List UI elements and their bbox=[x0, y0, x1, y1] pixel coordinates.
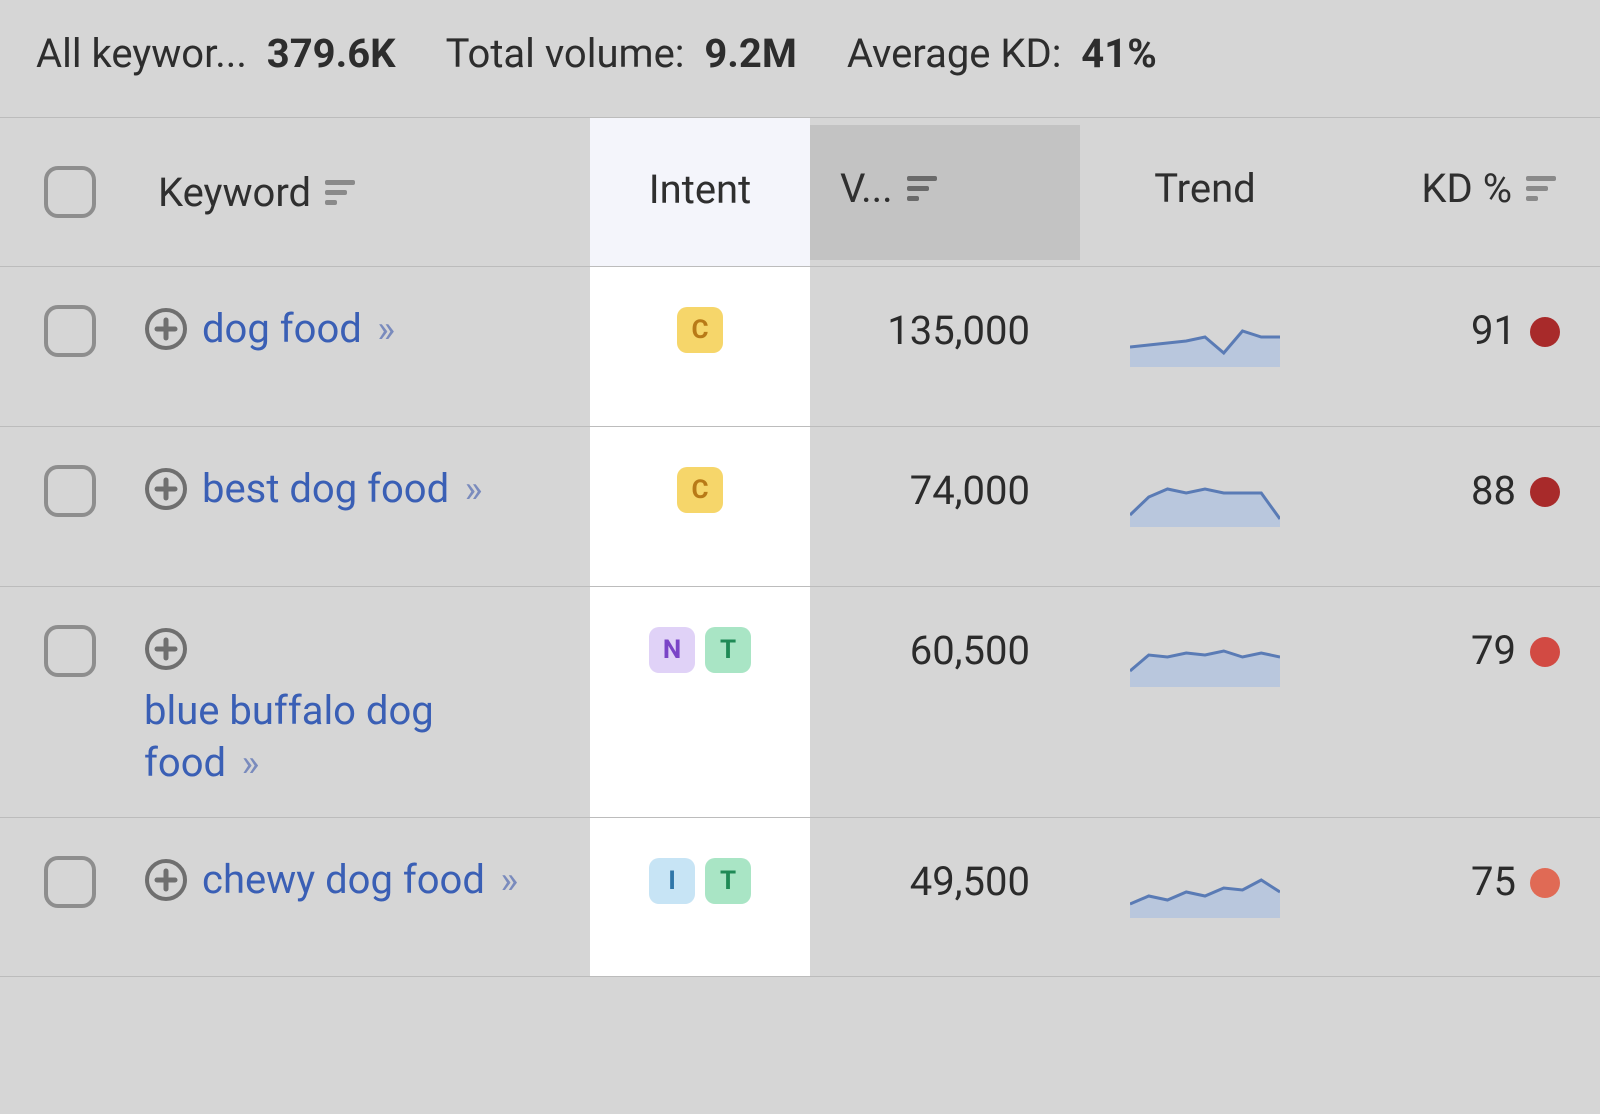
table-row: best dog food » C 74,000 88 bbox=[0, 426, 1600, 586]
summary-avg-kd: Average KD: 41% bbox=[847, 30, 1157, 77]
kd-value: 88 bbox=[1471, 467, 1516, 514]
kd-difficulty-dot bbox=[1530, 637, 1560, 667]
add-icon[interactable] bbox=[144, 858, 188, 902]
keyword-link[interactable]: dog food bbox=[202, 305, 362, 352]
intent-badge[interactable]: T bbox=[705, 858, 751, 904]
summary-all-keywords-value: 379.6K bbox=[267, 30, 396, 77]
select-all-checkbox[interactable] bbox=[44, 166, 96, 218]
keyword-link[interactable]: blue buffalo dog food bbox=[144, 687, 434, 786]
intent-badge[interactable]: C bbox=[677, 307, 723, 353]
column-header-keyword[interactable]: Keyword bbox=[158, 169, 572, 216]
summary-avg-kd-value: 41% bbox=[1081, 30, 1156, 77]
sort-icon bbox=[325, 178, 359, 206]
trend-sparkline bbox=[1130, 627, 1280, 687]
keyword-link[interactable]: best dog food bbox=[202, 465, 449, 512]
add-icon[interactable] bbox=[144, 627, 188, 671]
column-header-trend-label: Trend bbox=[1154, 165, 1255, 212]
chevrons-icon[interactable]: » bbox=[232, 742, 259, 786]
chevrons-icon[interactable]: » bbox=[491, 859, 518, 903]
table-row: chewy dog food » IT 49,500 75 bbox=[0, 817, 1600, 977]
volume-value: 60,500 bbox=[810, 587, 1080, 702]
row-checkbox[interactable] bbox=[44, 305, 96, 357]
row-checkbox[interactable] bbox=[44, 625, 96, 677]
trend-sparkline bbox=[1130, 858, 1280, 918]
summary-avg-kd-label: Average KD: bbox=[847, 30, 1062, 77]
column-header-trend[interactable]: Trend bbox=[1154, 165, 1255, 212]
column-header-intent[interactable]: Intent bbox=[649, 166, 751, 213]
volume-value: 135,000 bbox=[810, 267, 1080, 382]
kd-difficulty-dot bbox=[1530, 317, 1560, 347]
column-header-kd-label: KD % bbox=[1421, 165, 1512, 212]
row-checkbox[interactable] bbox=[44, 465, 96, 517]
column-header-kd[interactable]: KD % bbox=[1421, 165, 1560, 212]
column-header-keyword-label: Keyword bbox=[158, 169, 311, 216]
summary-all-keywords: All keywor... 379.6K bbox=[36, 30, 396, 77]
summary-total-volume-label: Total volume: bbox=[446, 30, 685, 77]
chevrons-icon[interactable]: » bbox=[368, 308, 395, 352]
volume-value: 74,000 bbox=[810, 427, 1080, 542]
table-row: blue buffalo dog food » NT 60,500 79 bbox=[0, 586, 1600, 817]
summary-total-volume-value: 9.2M bbox=[704, 30, 797, 77]
column-header-intent-label: Intent bbox=[649, 166, 751, 213]
kd-value: 79 bbox=[1471, 627, 1516, 674]
chevrons-icon[interactable]: » bbox=[455, 468, 482, 512]
summary-all-keywords-label: All keywor... bbox=[36, 30, 247, 77]
row-checkbox[interactable] bbox=[44, 856, 96, 908]
kd-difficulty-dot bbox=[1530, 477, 1560, 507]
add-icon[interactable] bbox=[144, 467, 188, 511]
kd-value: 75 bbox=[1471, 858, 1516, 905]
column-header-volume-label: V... bbox=[840, 165, 893, 212]
intent-badge[interactable]: C bbox=[677, 467, 723, 513]
volume-value: 49,500 bbox=[810, 818, 1080, 933]
intent-badge[interactable]: I bbox=[649, 858, 695, 904]
trend-sparkline bbox=[1130, 307, 1280, 367]
sort-icon bbox=[1526, 174, 1560, 202]
intent-badge[interactable]: T bbox=[705, 627, 751, 673]
table-row: dog food » C 135,000 91 bbox=[0, 266, 1600, 426]
trend-sparkline bbox=[1130, 467, 1280, 527]
column-header-volume[interactable]: V... bbox=[840, 165, 1030, 212]
summary-total-volume: Total volume: 9.2M bbox=[446, 30, 797, 77]
summary-bar: All keywor... 379.6K Total volume: 9.2M … bbox=[0, 0, 1600, 117]
intent-badge[interactable]: N bbox=[649, 627, 695, 673]
kd-difficulty-dot bbox=[1530, 868, 1560, 898]
table-header-row: Keyword Intent V... Trend bbox=[0, 117, 1600, 266]
keyword-link[interactable]: chewy dog food bbox=[202, 856, 485, 903]
sort-icon bbox=[907, 174, 941, 202]
add-icon[interactable] bbox=[144, 307, 188, 351]
keywords-table: Keyword Intent V... Trend bbox=[0, 117, 1600, 977]
kd-value: 91 bbox=[1471, 307, 1516, 354]
